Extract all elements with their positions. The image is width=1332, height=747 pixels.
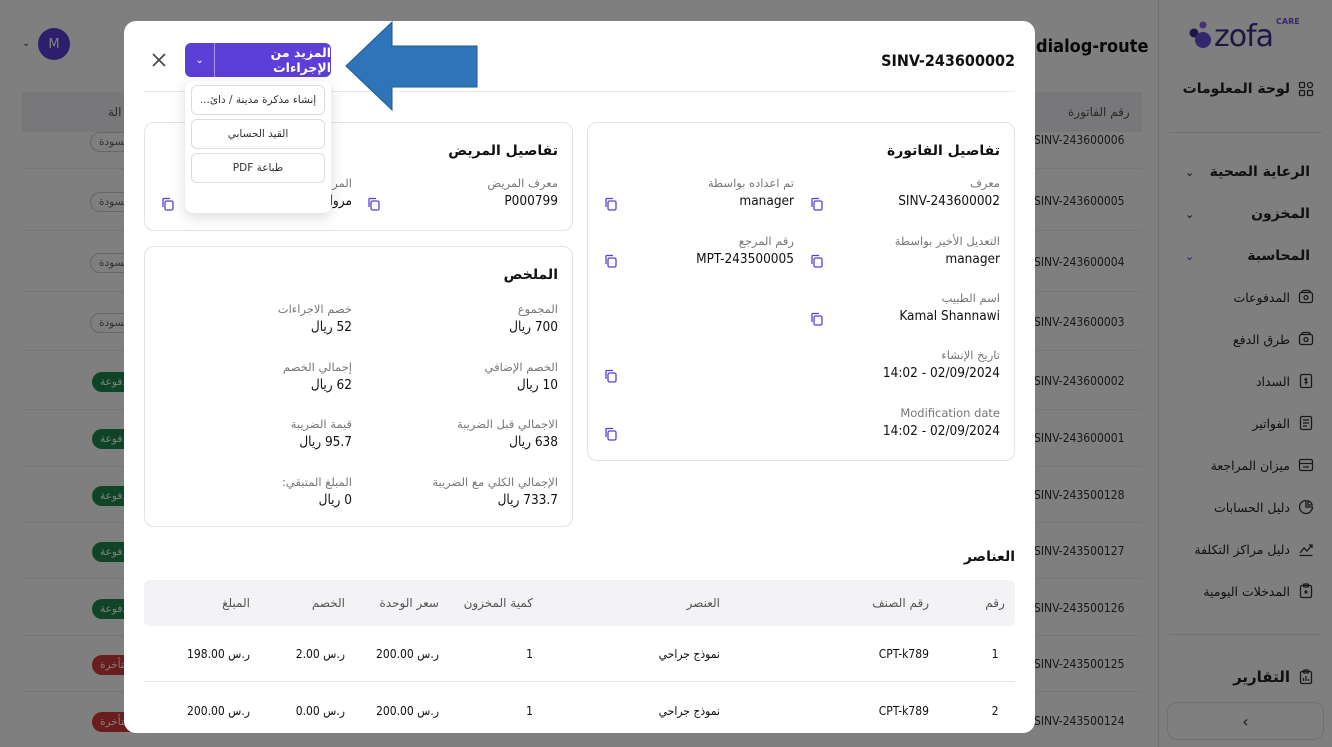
field-label: إجمالي الخصم — [283, 360, 352, 374]
items-section-title: العناصر — [963, 549, 1015, 565]
cell-item-name: نموذج جراحي — [658, 704, 720, 718]
field-invoice-id: معرف SINV-243600002 — [898, 175, 1000, 211]
field-label: خصم الاجراءات — [277, 302, 352, 316]
field-value: 62 ريال — [310, 377, 352, 393]
cell-number: 2 — [991, 704, 999, 718]
column-header-number: رقم — [985, 596, 1005, 610]
field-label: الخصم الإضافي — [484, 360, 558, 374]
field-tax-value: قيمة الضريبة 95.7 ريال — [291, 416, 352, 452]
more-actions-label: المزيد من الإجراءات — [270, 45, 331, 75]
cell-unit-price: 200.00 ر.س — [375, 647, 439, 661]
column-header-discount: الخصم — [311, 596, 345, 610]
cell-stock-quantity: 1 — [526, 647, 533, 661]
field-value: 0 ريال — [318, 492, 352, 508]
annotation-arrow-icon — [345, 20, 478, 112]
field-reference-number: رقم المرجع MPT-243500005 — [696, 233, 794, 269]
summary-card: الملخص المجموع 700 ريال خصم الاجراءات 52… — [144, 246, 573, 527]
close-icon[interactable] — [150, 51, 168, 69]
copy-icon[interactable] — [367, 197, 381, 211]
field-label: تم اعداده بواسطة — [707, 176, 794, 190]
copy-icon[interactable] — [604, 197, 618, 211]
field-remaining-amount: المبلغ المتبقي: 0 ريال — [282, 474, 352, 510]
menu-item-journal-entry[interactable]: القيد الحسابي — [191, 119, 325, 149]
copy-icon[interactable] — [604, 369, 618, 383]
actions-dropdown-menu: إنشاء مذكرة مدينة / دائ... القيد الحسابي… — [185, 81, 331, 213]
field-modified-by: التعديل الأخير بواسطة manager — [895, 233, 1000, 269]
field-label: التعديل الأخير بواسطة — [894, 234, 1000, 248]
row-divider — [144, 681, 1015, 682]
field-label: الإجمالي الكلي مع الضريبة — [432, 475, 558, 489]
field-total-discount: إجمالي الخصم 62 ريال — [283, 359, 352, 395]
field-label: المبلغ المتبقي: — [282, 475, 352, 489]
field-label: قيمة الضريبة — [290, 417, 352, 431]
column-header-item: العنصر — [686, 596, 720, 610]
cell-item-code: CPT-k789 — [878, 704, 929, 718]
card-title: الملخص — [503, 267, 558, 283]
copy-icon[interactable] — [604, 427, 618, 441]
field-value: 700 ريال — [509, 319, 558, 335]
field-total: المجموع 700 ريال — [509, 301, 558, 337]
field-value: MPT-243500005 — [696, 251, 794, 267]
column-header-item-code: رقم الصنف — [872, 596, 929, 610]
invoice-details-card: تفاصيل الفاتورة معرف SINV-243600002 تم ا… — [587, 122, 1015, 461]
field-created-date: تاريخ الإنشاء 02/09/2024 - 14:02 — [883, 347, 1000, 383]
copy-icon[interactable] — [604, 254, 618, 268]
field-label: رقم المرجع — [738, 234, 794, 248]
cell-item-name: نموذج جراحي — [658, 647, 720, 661]
cell-amount: 200.00 ر.س — [186, 704, 250, 718]
field-label: Modification date — [900, 406, 1000, 420]
chevron-down-icon[interactable]: ⌄ — [185, 43, 215, 77]
field-value: 52 ريال — [310, 319, 352, 335]
cell-amount: 198.00 ر.س — [186, 647, 250, 661]
cell-discount: 0.00 ر.س — [295, 704, 345, 718]
more-actions-button[interactable]: المزيد من الإجراءات ⌄ — [185, 43, 331, 77]
column-header-stock-quantity: كمية المخزون — [463, 596, 533, 610]
field-value: 10 ريال — [516, 377, 558, 393]
field-label: المر — [332, 176, 352, 190]
field-procedures-discount: خصم الاجراءات 52 ريال — [278, 301, 352, 337]
card-title: تفاصيل المريض — [448, 143, 558, 159]
field-value: 638 ريال — [509, 434, 558, 450]
field-value: manager — [739, 193, 794, 209]
cell-unit-price: 200.00 ر.س — [375, 704, 439, 718]
field-label: معرف المريض — [487, 176, 558, 190]
field-modification-date: Modification date 02/09/2024 - 14:02 — [883, 405, 1000, 441]
field-value: P000799 — [504, 193, 558, 209]
field-value: Kamal Shannawi — [899, 308, 1000, 324]
column-header-amount: المبلغ — [222, 596, 250, 610]
column-header-unit-price: سعر الوحدة — [379, 596, 439, 610]
field-label: اسم الطبيب — [941, 291, 1000, 305]
field-value: 95.7 ريال — [299, 434, 352, 450]
cell-stock-quantity: 1 — [526, 704, 533, 718]
field-patient-name: المر مروا — [330, 175, 352, 211]
field-value: SINV-243600002 — [898, 193, 1000, 209]
invoice-dialog: SINV-243600002 المزيد من الإجراءات ⌄ إنش… — [124, 21, 1035, 733]
card-title: تفاصيل الفاتورة — [887, 143, 1000, 159]
copy-icon[interactable] — [161, 197, 175, 211]
cell-item-code: CPT-k789 — [878, 647, 929, 661]
field-value: مروا — [329, 193, 352, 209]
copy-icon[interactable] — [810, 197, 824, 211]
field-label: تاريخ الإنشاء — [941, 348, 1000, 362]
field-value: 02/09/2024 - 14:02 — [882, 365, 1000, 381]
field-label: الاجمالي قبل الضريبة — [457, 417, 558, 431]
field-value: manager — [945, 251, 1000, 267]
field-label: المجموع — [517, 302, 558, 316]
field-prepared-by: تم اعداده بواسطة manager — [708, 175, 794, 211]
field-grand-total: الإجمالي الكلي مع الضريبة 733.7 ريال — [432, 474, 558, 510]
field-extra-discount: الخصم الإضافي 10 ريال — [484, 359, 558, 395]
field-pre-tax-total: الاجمالي قبل الضريبة 638 ريال — [457, 416, 558, 452]
copy-icon[interactable] — [810, 254, 824, 268]
copy-icon[interactable] — [810, 312, 824, 326]
field-doctor-name: اسم الطبيب Kamal Shannawi — [899, 290, 1000, 326]
field-label: معرف — [970, 176, 1000, 190]
field-patient-id: معرف المريض P000799 — [487, 175, 558, 211]
dialog-title: SINV-243600002 — [881, 51, 1015, 70]
cell-discount: 2.00 ر.س — [295, 647, 345, 661]
cell-number: 1 — [991, 647, 999, 661]
menu-item-print-pdf[interactable]: طباعة PDF — [191, 153, 325, 183]
field-value: 733.7 ريال — [497, 492, 558, 508]
menu-item-create-debit-credit-note[interactable]: إنشاء مذكرة مدينة / دائ... — [191, 85, 325, 115]
field-value: 02/09/2024 - 14:02 — [882, 423, 1000, 439]
